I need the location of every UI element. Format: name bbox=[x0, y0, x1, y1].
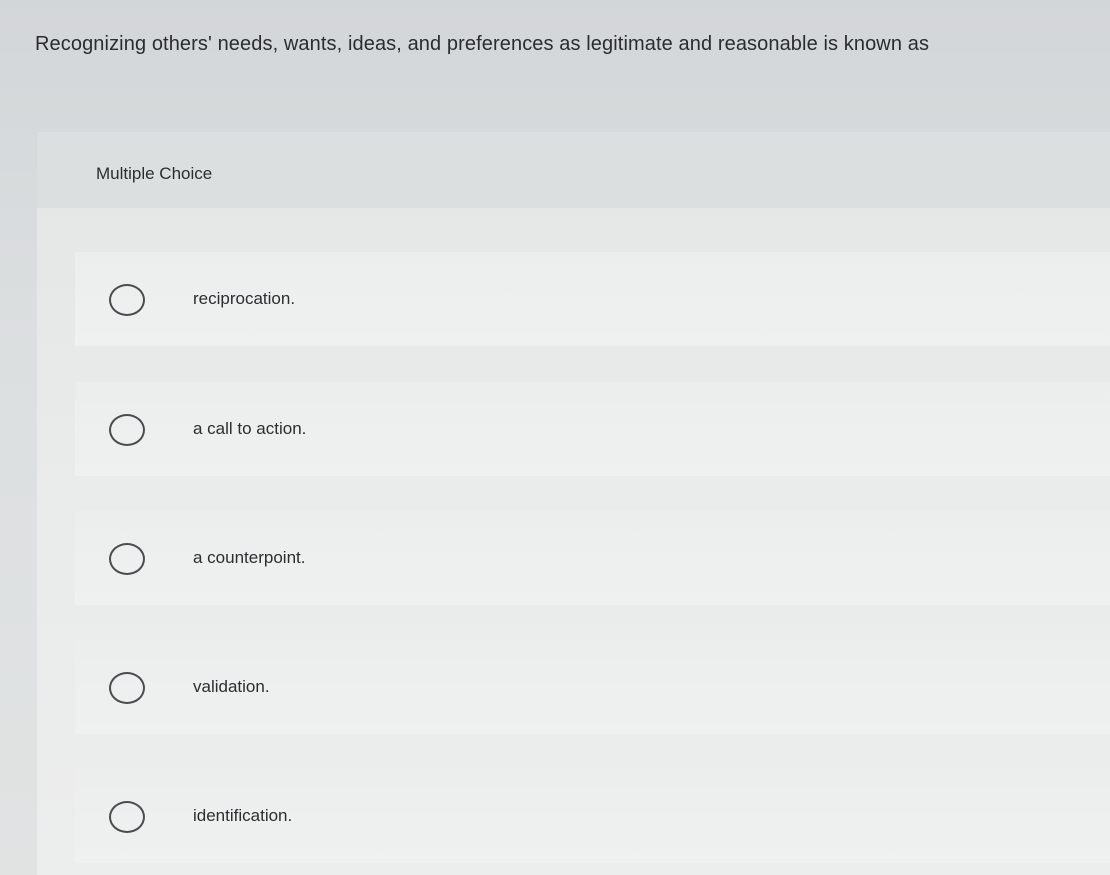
radio-button-icon[interactable] bbox=[109, 284, 145, 316]
answer-option-5[interactable]: identification. bbox=[75, 769, 1110, 863]
question-card: Multiple Choice reciprocation. a call to… bbox=[37, 132, 1110, 875]
answer-option-2[interactable]: a call to action. bbox=[75, 382, 1110, 476]
answer-option-3[interactable]: a counterpoint. bbox=[75, 511, 1110, 605]
radio-button-icon[interactable] bbox=[109, 672, 145, 704]
answer-option-label[interactable]: validation. bbox=[193, 677, 270, 697]
answer-option-label[interactable]: a call to action. bbox=[193, 419, 306, 439]
radio-button-icon[interactable] bbox=[109, 414, 145, 446]
radio-button-icon[interactable] bbox=[109, 543, 145, 575]
question-text: Recognizing others' needs, wants, ideas,… bbox=[35, 33, 930, 55]
radio-button-icon[interactable] bbox=[109, 801, 145, 833]
answer-option-label[interactable]: identification. bbox=[193, 806, 292, 826]
answer-option-label[interactable]: a counterpoint. bbox=[193, 548, 305, 568]
answer-option-label[interactable]: reciprocation. bbox=[193, 289, 295, 309]
answer-option-4[interactable]: validation. bbox=[75, 640, 1110, 734]
question-type-label: Multiple Choice bbox=[96, 164, 213, 183]
answer-option-1[interactable]: reciprocation. bbox=[75, 252, 1110, 346]
card-header: Multiple Choice bbox=[37, 132, 1110, 208]
